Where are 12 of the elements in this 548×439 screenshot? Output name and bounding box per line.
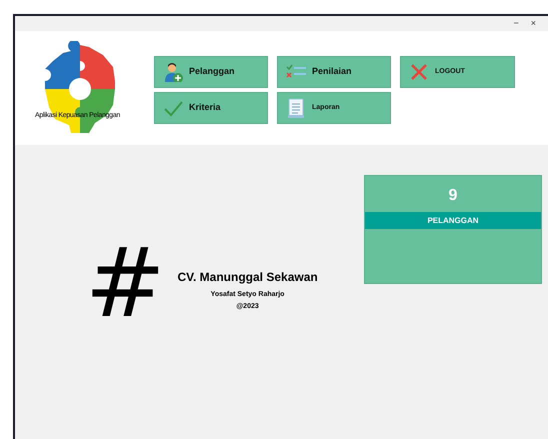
document-icon	[286, 98, 306, 118]
menu-button[interactable]: Pelanggan	[154, 56, 268, 88]
person-add-icon	[163, 62, 183, 82]
minimize-button[interactable]: −	[513, 19, 519, 28]
menu-button[interactable]: Kriteria	[154, 92, 268, 124]
stat-value: 9	[448, 186, 458, 206]
close-button[interactable]: ×	[530, 19, 536, 28]
stat-label: PELANGGAN	[365, 212, 541, 229]
company-name: CV. Manunggal Sekawan	[177, 268, 318, 286]
menu-button[interactable]: Penilaian	[277, 56, 391, 88]
hash-symbol: #	[85, 235, 166, 331]
close-icon	[409, 62, 429, 82]
